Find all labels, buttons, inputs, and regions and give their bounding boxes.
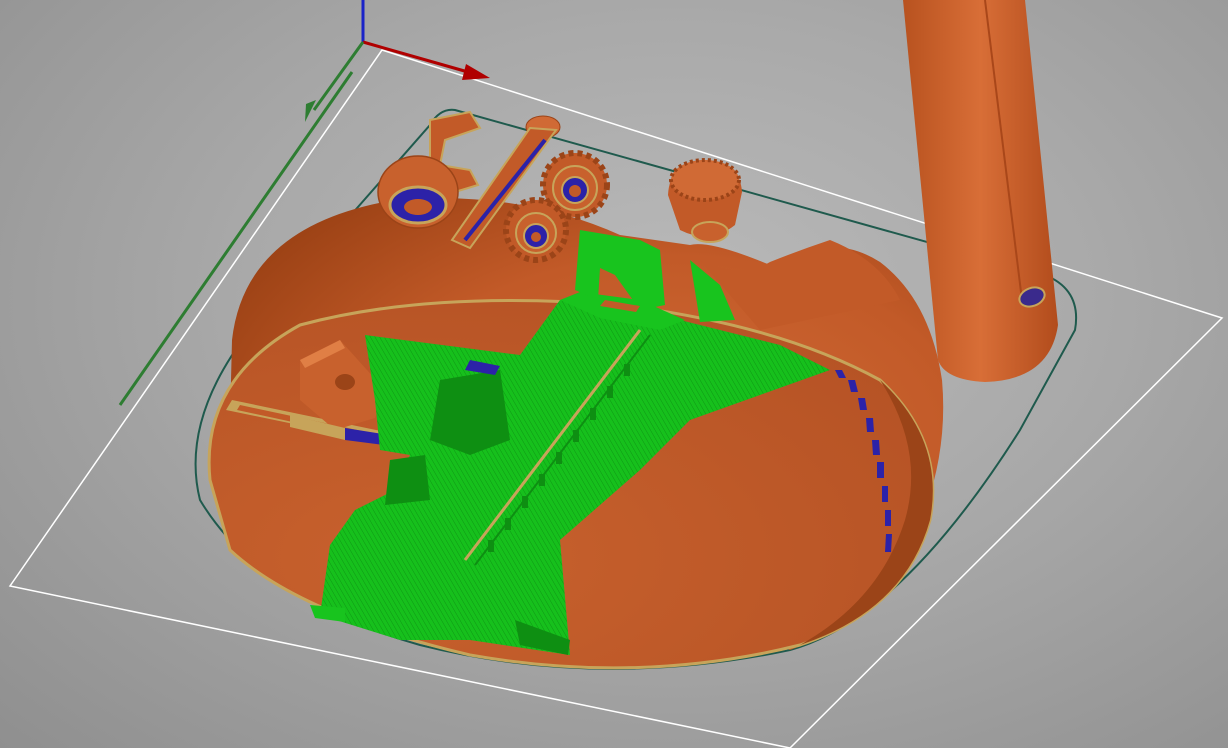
- 3d-print-preview-viewport[interactable]: [0, 0, 1228, 748]
- y-axis: [312, 41, 365, 111]
- x-axis: [362, 40, 469, 74]
- y-axis-arrow-icon: [305, 100, 316, 122]
- knurled-knob[interactable]: [668, 158, 742, 243]
- gear-left[interactable]: [503, 197, 569, 263]
- gcode-preview-scene[interactable]: [0, 0, 1228, 748]
- x-axis-arrow-icon: [462, 64, 490, 80]
